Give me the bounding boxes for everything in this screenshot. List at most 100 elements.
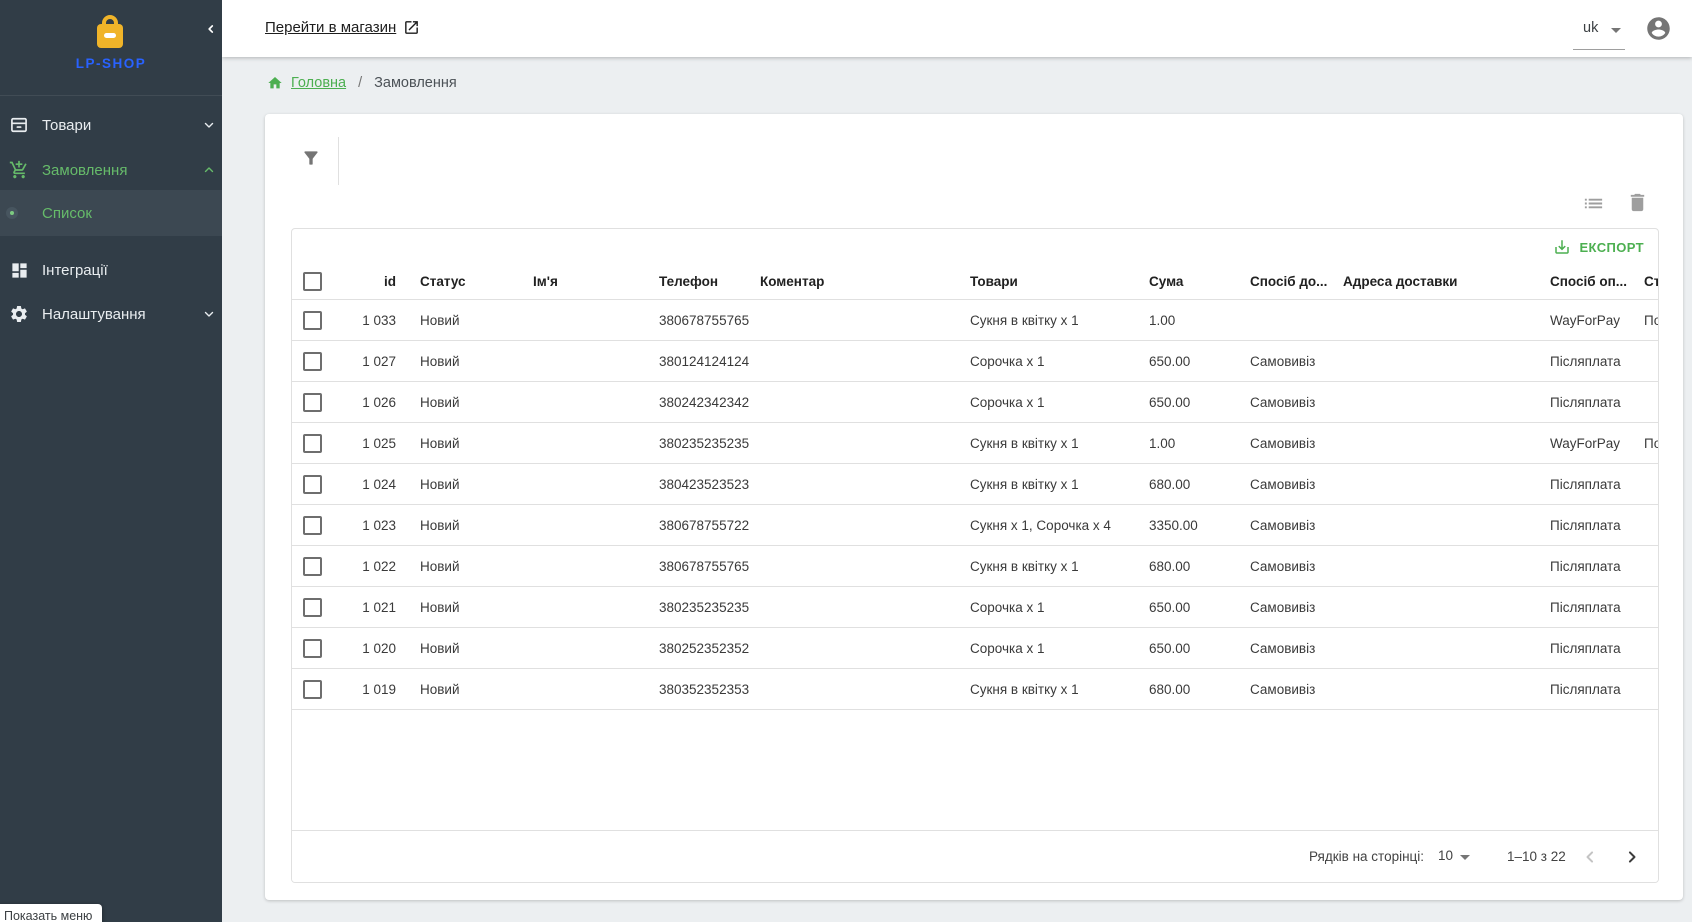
chevron-down-icon bbox=[1611, 28, 1621, 33]
column-header-id[interactable]: id bbox=[341, 263, 404, 300]
cell-phone: 380242342342 bbox=[643, 382, 744, 423]
cell-phone: 380252352352 bbox=[643, 628, 744, 669]
table-row[interactable]: 1 020Новий380252352352Сорочка x 1650.00С… bbox=[292, 628, 1659, 669]
row-checkbox[interactable] bbox=[303, 639, 322, 658]
cell-status: Новий bbox=[404, 382, 517, 423]
row-checkbox[interactable] bbox=[303, 311, 322, 330]
cell-phone: 380235235235 bbox=[643, 587, 744, 628]
logo-text: LP-SHOP bbox=[0, 56, 222, 71]
table-row[interactable]: 1 026Новий380242342342Сорочка x 1650.00С… bbox=[292, 382, 1659, 423]
sidebar: LP-SHOP Товари Замовлення Список bbox=[0, 0, 222, 922]
column-header-pay-status[interactable]: Ст bbox=[1628, 263, 1659, 300]
table-row[interactable]: 1 025Новий380235235235Сукня в квітку x 1… bbox=[292, 423, 1659, 464]
sidebar-item-label: Товари bbox=[42, 117, 91, 134]
column-header-sum[interactable]: Сума bbox=[1133, 263, 1234, 300]
sidebar-item-integrations[interactable]: Інтеграції bbox=[0, 248, 222, 292]
cell-comment bbox=[744, 587, 954, 628]
pagination-bar: Рядків на сторінці: 10 1–10 з 22 bbox=[292, 830, 1658, 883]
cell-products: Сукня в квітку x 1 bbox=[954, 300, 1133, 341]
external-link-icon bbox=[403, 19, 420, 36]
cell-address bbox=[1327, 587, 1534, 628]
show-menu-tooltip: Показать меню bbox=[0, 904, 102, 922]
cell-delivery: Самовивіз bbox=[1234, 546, 1327, 587]
account-circle-icon[interactable] bbox=[1645, 15, 1672, 42]
row-checkbox[interactable] bbox=[303, 393, 322, 412]
cell-id: 1 026 bbox=[341, 382, 404, 423]
row-checkbox[interactable] bbox=[303, 680, 322, 699]
row-checkbox[interactable] bbox=[303, 352, 322, 371]
breadcrumb-home-link[interactable]: Головна bbox=[291, 75, 346, 91]
cell-comment bbox=[744, 669, 954, 710]
column-header-payment[interactable]: Спосіб оп... bbox=[1534, 263, 1628, 300]
table-row[interactable]: 1 027Новий380124124124Сорочка x 1650.00С… bbox=[292, 341, 1659, 382]
column-header-address[interactable]: Адреса доставки bbox=[1327, 263, 1534, 300]
go-to-store-link[interactable]: Перейти в магазин bbox=[265, 19, 420, 36]
sidebar-item-label: Налаштування bbox=[42, 306, 146, 323]
shopping-bag-icon bbox=[91, 14, 129, 50]
sidebar-item-settings[interactable]: Налаштування bbox=[0, 292, 222, 336]
filter-funnel-icon[interactable] bbox=[301, 148, 321, 168]
cell-status: Новий bbox=[404, 546, 517, 587]
cell-sum: 650.00 bbox=[1133, 382, 1234, 423]
row-checkbox[interactable] bbox=[303, 434, 322, 453]
cell-comment bbox=[744, 341, 954, 382]
sidebar-collapse-button[interactable] bbox=[199, 18, 221, 40]
cell-products: Сорочка x 1 bbox=[954, 341, 1133, 382]
column-header-status[interactable]: Статус bbox=[404, 263, 517, 300]
table-row[interactable]: 1 019Новий380352352353Сукня в квітку x 1… bbox=[292, 669, 1659, 710]
column-header-phone[interactable]: Телефон bbox=[643, 263, 744, 300]
cell-comment bbox=[744, 628, 954, 669]
chevron-down-icon[interactable] bbox=[1460, 855, 1470, 860]
table-row[interactable]: 1 021Новий380235235235Сорочка x 1650.00С… bbox=[292, 587, 1659, 628]
trash-icon[interactable] bbox=[1626, 191, 1649, 214]
cell-payment: WayForPay bbox=[1534, 423, 1628, 464]
cell-id: 1 025 bbox=[341, 423, 404, 464]
cell-pay_status: По bbox=[1628, 300, 1659, 341]
content-card: ЕКСПОРТ id Статус Ім'я Телефон Коментар bbox=[265, 114, 1683, 900]
cell-pay_status bbox=[1628, 505, 1659, 546]
cell-phone: 380678755722 bbox=[643, 505, 744, 546]
cell-name bbox=[517, 464, 643, 505]
table-row[interactable]: 1 022Новий380678755765Сукня в квітку x 1… bbox=[292, 546, 1659, 587]
cell-delivery: Самовивіз bbox=[1234, 341, 1327, 382]
row-select-cell bbox=[292, 423, 341, 464]
row-checkbox[interactable] bbox=[303, 475, 322, 494]
cell-pay_status bbox=[1628, 546, 1659, 587]
sidebar-item-orders[interactable]: Замовлення bbox=[0, 148, 222, 192]
cell-pay_status bbox=[1628, 464, 1659, 505]
column-header-products[interactable]: Товари bbox=[954, 263, 1133, 300]
column-header-name[interactable]: Ім'я bbox=[517, 263, 643, 300]
select-all-checkbox[interactable] bbox=[303, 272, 322, 291]
chevron-up-icon bbox=[202, 163, 216, 177]
column-header-delivery[interactable]: Спосіб до... bbox=[1234, 263, 1327, 300]
page-next-icon[interactable] bbox=[1622, 847, 1642, 867]
cell-status: Новий bbox=[404, 587, 517, 628]
table-row[interactable]: 1 024Новий380423523523Сукня в квітку x 1… bbox=[292, 464, 1659, 505]
export-button[interactable]: ЕКСПОРТ bbox=[1553, 236, 1644, 258]
table-row[interactable]: 1 033Новий380678755765Сукня в квітку x 1… bbox=[292, 300, 1659, 341]
cell-name bbox=[517, 423, 643, 464]
cell-id: 1 020 bbox=[341, 628, 404, 669]
row-checkbox[interactable] bbox=[303, 516, 322, 535]
sidebar-item-products[interactable]: Товари bbox=[0, 103, 222, 147]
cell-phone: 380124124124 bbox=[643, 341, 744, 382]
sidebar-item-orders-list[interactable]: Список bbox=[0, 190, 222, 236]
row-select-cell bbox=[292, 341, 341, 382]
cell-name bbox=[517, 382, 643, 423]
cell-comment bbox=[744, 464, 954, 505]
cell-pay_status bbox=[1628, 382, 1659, 423]
row-select-cell bbox=[292, 587, 341, 628]
cell-name bbox=[517, 505, 643, 546]
row-checkbox[interactable] bbox=[303, 598, 322, 617]
cell-payment: Післяплата bbox=[1534, 382, 1628, 423]
cell-comment bbox=[744, 546, 954, 587]
view-list-icon[interactable] bbox=[1582, 192, 1605, 215]
table-row[interactable]: 1 023Новий380678755722Сукня x 1, Сорочка… bbox=[292, 505, 1659, 546]
language-select[interactable]: uk bbox=[1573, 16, 1633, 48]
rows-per-page-select[interactable]: 10 bbox=[1438, 848, 1453, 863]
language-value: uk bbox=[1583, 20, 1598, 36]
row-checkbox[interactable] bbox=[303, 557, 322, 576]
cell-status: Новий bbox=[404, 341, 517, 382]
page-prev-icon[interactable] bbox=[1580, 847, 1600, 867]
column-header-comment[interactable]: Коментар bbox=[744, 263, 954, 300]
